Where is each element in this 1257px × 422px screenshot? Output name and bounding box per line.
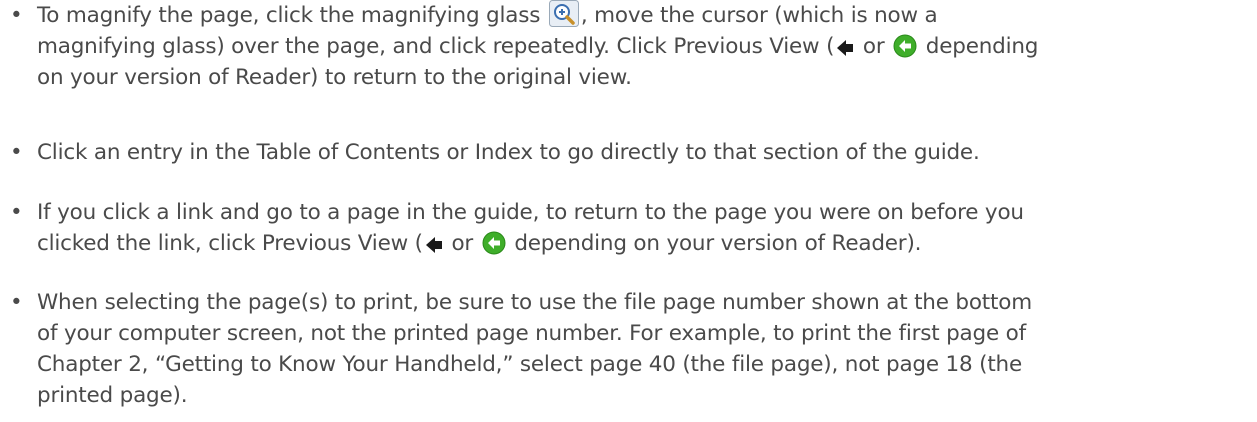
help-document: • To magnify the page, click the magnify… <box>0 0 1257 422</box>
text-line: To magnify the page, click the magnifyin… <box>37 0 1240 31</box>
back-arrow-icon <box>425 235 443 255</box>
text-line: on your version of Reader) to return to … <box>37 65 632 90</box>
bullet: • <box>10 290 23 315</box>
magnifier-icon <box>548 0 579 27</box>
text-line: magnifying glass) over the page, and cli… <box>37 34 1039 59</box>
tip-body: Click an entry in the Table of Contents … <box>37 137 1240 168</box>
tip-body: To magnify the page, click the magnifyin… <box>37 0 1240 93</box>
text-line: Click an entry in the Table of Contents … <box>37 140 980 165</box>
green-back-circle-icon <box>893 34 917 58</box>
tip-magnify: • To magnify the page, click the magnify… <box>0 0 1240 93</box>
tip-body: When selecting the page(s) to print, be … <box>37 287 1240 411</box>
tip-print-pages: • When selecting the page(s) to print, b… <box>0 287 1240 411</box>
text-line: Chapter 2, “Getting to Know Your Handhel… <box>37 352 1023 377</box>
text-line: of your computer screen, not the printed… <box>37 321 1026 346</box>
tip-previous-view: • If you click a link and go to a page i… <box>0 197 1240 259</box>
text-line: When selecting the page(s) to print, be … <box>37 290 1032 315</box>
text-line: If you click a link and go to a page in … <box>37 200 1024 225</box>
bullet: • <box>10 3 23 28</box>
text-line: clicked the link, click Previous View ( … <box>37 231 922 256</box>
back-arrow-icon <box>836 38 854 58</box>
tip-table-of-contents: • Click an entry in the Table of Content… <box>0 137 1240 168</box>
text-line: printed page). <box>37 383 188 408</box>
bullet: • <box>10 200 23 225</box>
green-back-circle-icon <box>482 231 506 255</box>
tip-body: If you click a link and go to a page in … <box>37 197 1240 259</box>
bullet: • <box>10 140 23 165</box>
